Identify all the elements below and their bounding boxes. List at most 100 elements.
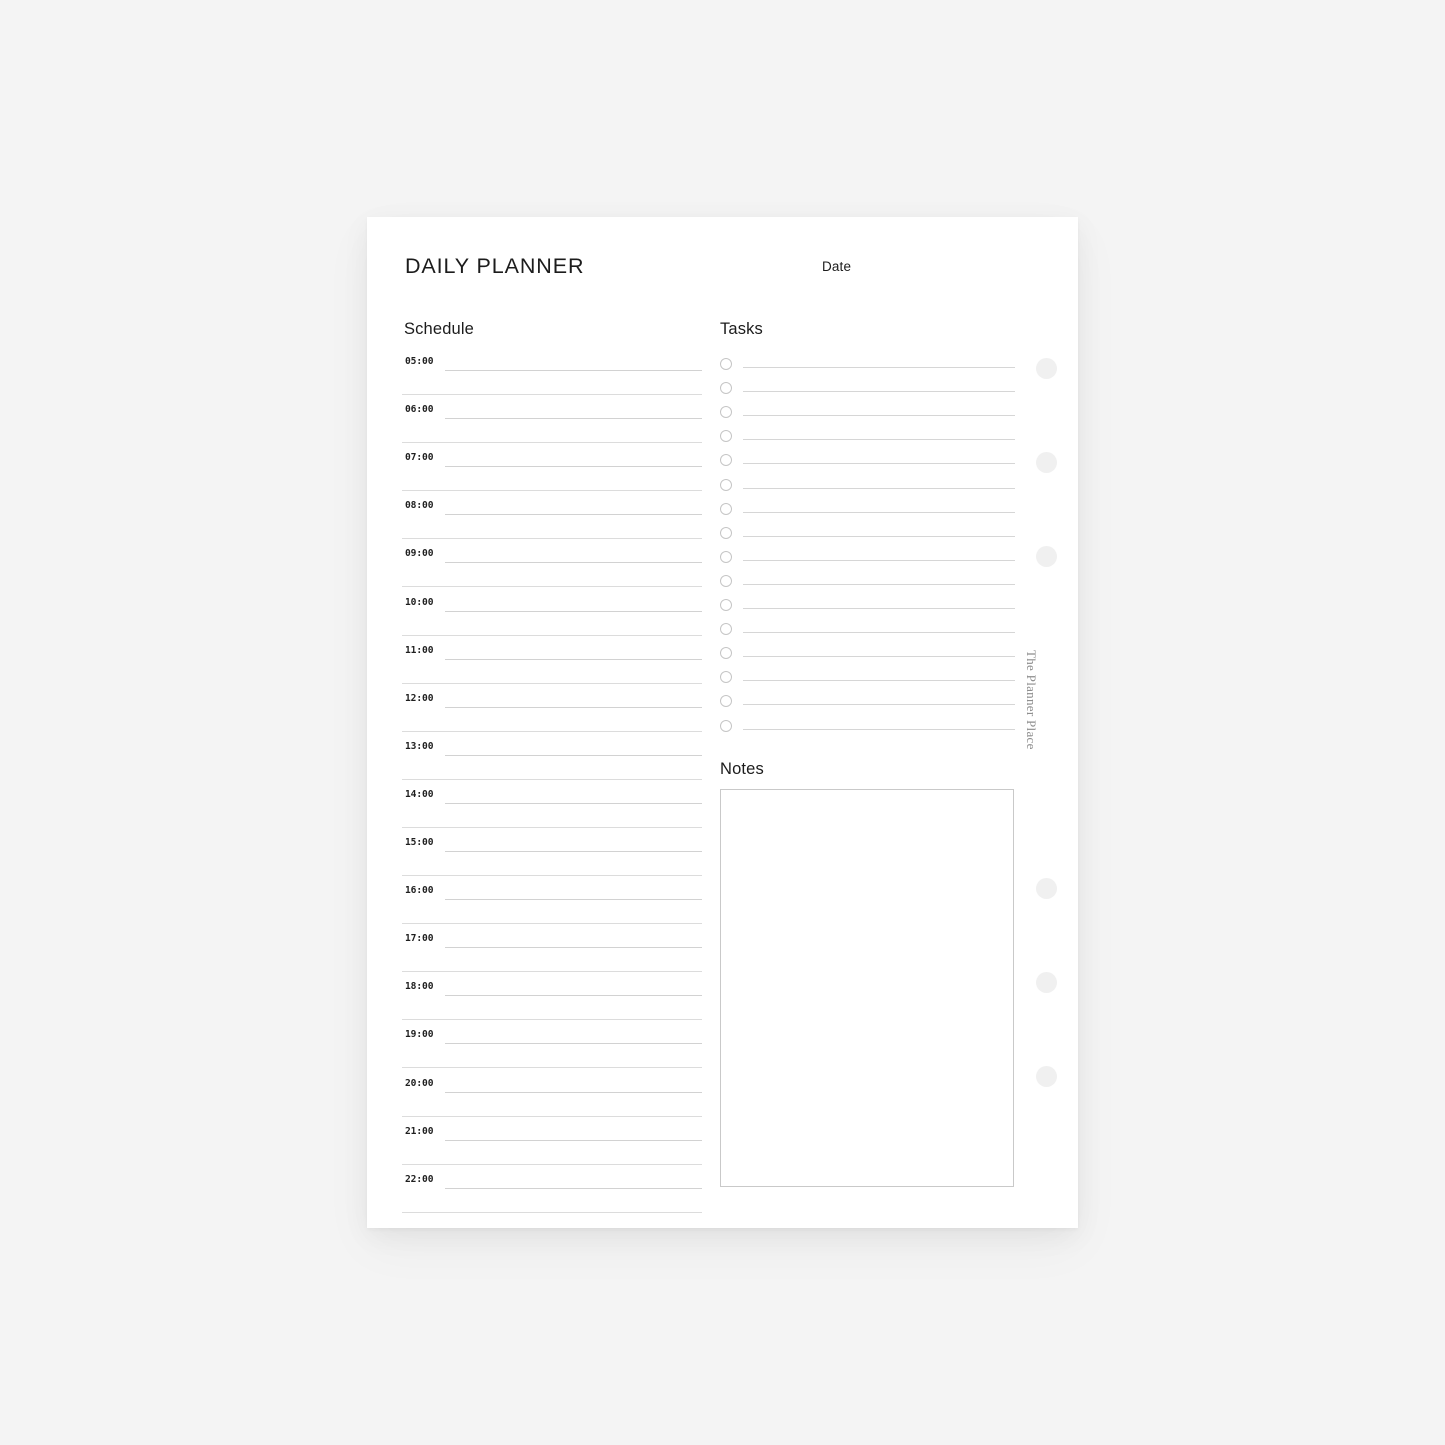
punch-hole-icon <box>1036 878 1057 899</box>
schedule-row[interactable]: 22:00 <box>402 1165 702 1213</box>
task-write-line[interactable] <box>743 439 1015 441</box>
task-row[interactable] <box>720 548 1015 572</box>
task-write-line[interactable] <box>743 391 1015 393</box>
schedule-hour-write-line[interactable] <box>445 754 702 756</box>
task-checkbox-icon[interactable] <box>720 695 732 708</box>
schedule-row[interactable]: 19:00 <box>402 1020 702 1069</box>
schedule-hour-write-line[interactable] <box>445 851 702 852</box>
schedule-hour-write-line[interactable] <box>445 466 702 468</box>
schedule-time-label: 16:00 <box>405 885 434 897</box>
schedule-hour-write-line[interactable] <box>445 1187 702 1189</box>
task-checkbox-icon[interactable] <box>720 478 732 491</box>
schedule-row[interactable]: 07:00 <box>402 443 702 492</box>
schedule-time-label: 14:00 <box>405 788 434 800</box>
task-write-line[interactable] <box>743 728 1015 730</box>
schedule-row[interactable]: 09:00 <box>402 539 702 588</box>
notes-input-box[interactable] <box>720 789 1014 1187</box>
schedule-row[interactable]: 21:00 <box>402 1117 702 1165</box>
schedule-row[interactable]: 16:00 <box>402 876 702 925</box>
task-row[interactable] <box>720 524 1015 548</box>
task-checkbox-icon[interactable] <box>720 526 732 539</box>
schedule-hour-write-line[interactable] <box>445 1043 702 1045</box>
schedule-row[interactable]: 11:00 <box>402 636 702 684</box>
task-checkbox-icon[interactable] <box>720 599 732 611</box>
schedule-hour-write-line[interactable] <box>445 947 702 949</box>
schedule-hour-write-line[interactable] <box>445 658 702 660</box>
task-checkbox-icon[interactable] <box>720 406 732 419</box>
schedule-hour-write-line[interactable] <box>445 802 702 804</box>
task-row[interactable] <box>720 596 1015 620</box>
date-field-label[interactable]: Date <box>822 259 851 274</box>
schedule-row[interactable]: 18:00 <box>402 972 702 1021</box>
task-checkbox-icon[interactable] <box>720 502 732 515</box>
task-row[interactable] <box>720 668 1015 692</box>
task-checkbox-icon[interactable] <box>720 719 732 732</box>
schedule-row[interactable]: 06:00 <box>402 395 702 444</box>
task-write-line[interactable] <box>743 704 1015 706</box>
schedule-row[interactable]: 17:00 <box>402 924 702 973</box>
schedule-hour-write-line[interactable] <box>445 562 702 564</box>
schedule-row[interactable]: 14:00 <box>402 780 702 828</box>
task-write-line[interactable] <box>743 511 1015 513</box>
schedule-hour-write-line[interactable] <box>445 899 702 901</box>
task-checkbox-icon[interactable] <box>720 382 732 395</box>
task-checkbox-icon[interactable] <box>720 550 732 563</box>
schedule-hour-write-line[interactable] <box>445 514 702 516</box>
task-checkbox-icon[interactable] <box>720 430 732 443</box>
task-write-line[interactable] <box>743 535 1015 537</box>
task-row[interactable] <box>720 427 1015 451</box>
schedule-list: 05:00 06:00 07:00 08:00 09:00 10:00 11:00 12:00… <box>402 347 702 1213</box>
task-row[interactable] <box>720 644 1015 668</box>
schedule-row[interactable]: 05:00 <box>402 347 702 395</box>
task-write-line[interactable] <box>743 583 1015 585</box>
schedule-hour-write-line[interactable] <box>445 995 702 997</box>
schedule-row[interactable]: 10:00 <box>402 588 702 636</box>
planner-page-wrapper: DAILY PLANNER Date Schedule Tasks Notes … <box>367 217 1078 1228</box>
schedule-hour-write-line[interactable] <box>445 418 702 420</box>
task-row[interactable] <box>720 620 1015 644</box>
task-write-line[interactable] <box>743 559 1015 561</box>
task-row[interactable] <box>720 476 1015 500</box>
task-checkbox-icon[interactable] <box>720 574 732 587</box>
schedule-hour-write-line[interactable] <box>445 610 702 612</box>
task-checkbox-icon[interactable] <box>720 358 732 370</box>
task-write-line[interactable] <box>743 487 1015 489</box>
schedule-row[interactable]: 20:00 <box>402 1069 702 1117</box>
task-checkbox-icon[interactable] <box>720 454 732 467</box>
tasks-list <box>720 355 1015 740</box>
task-checkbox-icon[interactable] <box>720 647 732 660</box>
task-write-line[interactable] <box>743 415 1015 417</box>
schedule-hour-write-line[interactable] <box>445 370 702 371</box>
schedule-row[interactable]: 13:00 <box>402 732 702 780</box>
task-row[interactable] <box>720 692 1015 716</box>
schedule-row[interactable]: 15:00 <box>402 828 702 876</box>
task-write-line[interactable] <box>743 656 1015 658</box>
task-write-line[interactable] <box>743 680 1015 682</box>
task-row[interactable] <box>720 355 1015 379</box>
schedule-hour-write-line[interactable] <box>445 706 702 708</box>
task-checkbox-icon[interactable] <box>720 671 732 684</box>
task-write-line[interactable] <box>743 367 1015 368</box>
schedule-half-hour-write-line[interactable] <box>402 1211 702 1213</box>
task-row[interactable] <box>720 403 1015 427</box>
task-row[interactable] <box>720 500 1015 524</box>
schedule-row[interactable]: 08:00 <box>402 491 702 540</box>
schedule-time-label: 15:00 <box>405 837 434 848</box>
schedule-time-label: 09:00 <box>405 548 434 560</box>
task-checkbox-icon[interactable] <box>720 623 732 636</box>
task-row[interactable] <box>720 379 1015 403</box>
schedule-time-label: 06:00 <box>405 404 434 416</box>
task-write-line[interactable] <box>743 463 1015 465</box>
task-row[interactable] <box>720 717 1015 741</box>
schedule-time-label: 13:00 <box>405 740 434 752</box>
schedule-hour-write-line[interactable] <box>445 1091 702 1093</box>
schedule-time-label: 10:00 <box>405 596 434 608</box>
task-row[interactable] <box>720 572 1015 596</box>
task-write-line[interactable] <box>743 608 1015 609</box>
schedule-hour-write-line[interactable] <box>445 1139 702 1141</box>
punch-hole-icon <box>1036 972 1057 993</box>
task-write-line[interactable] <box>743 632 1015 634</box>
punch-hole-icon <box>1036 358 1057 379</box>
task-row[interactable] <box>720 451 1015 475</box>
schedule-row[interactable]: 12:00 <box>402 684 702 732</box>
